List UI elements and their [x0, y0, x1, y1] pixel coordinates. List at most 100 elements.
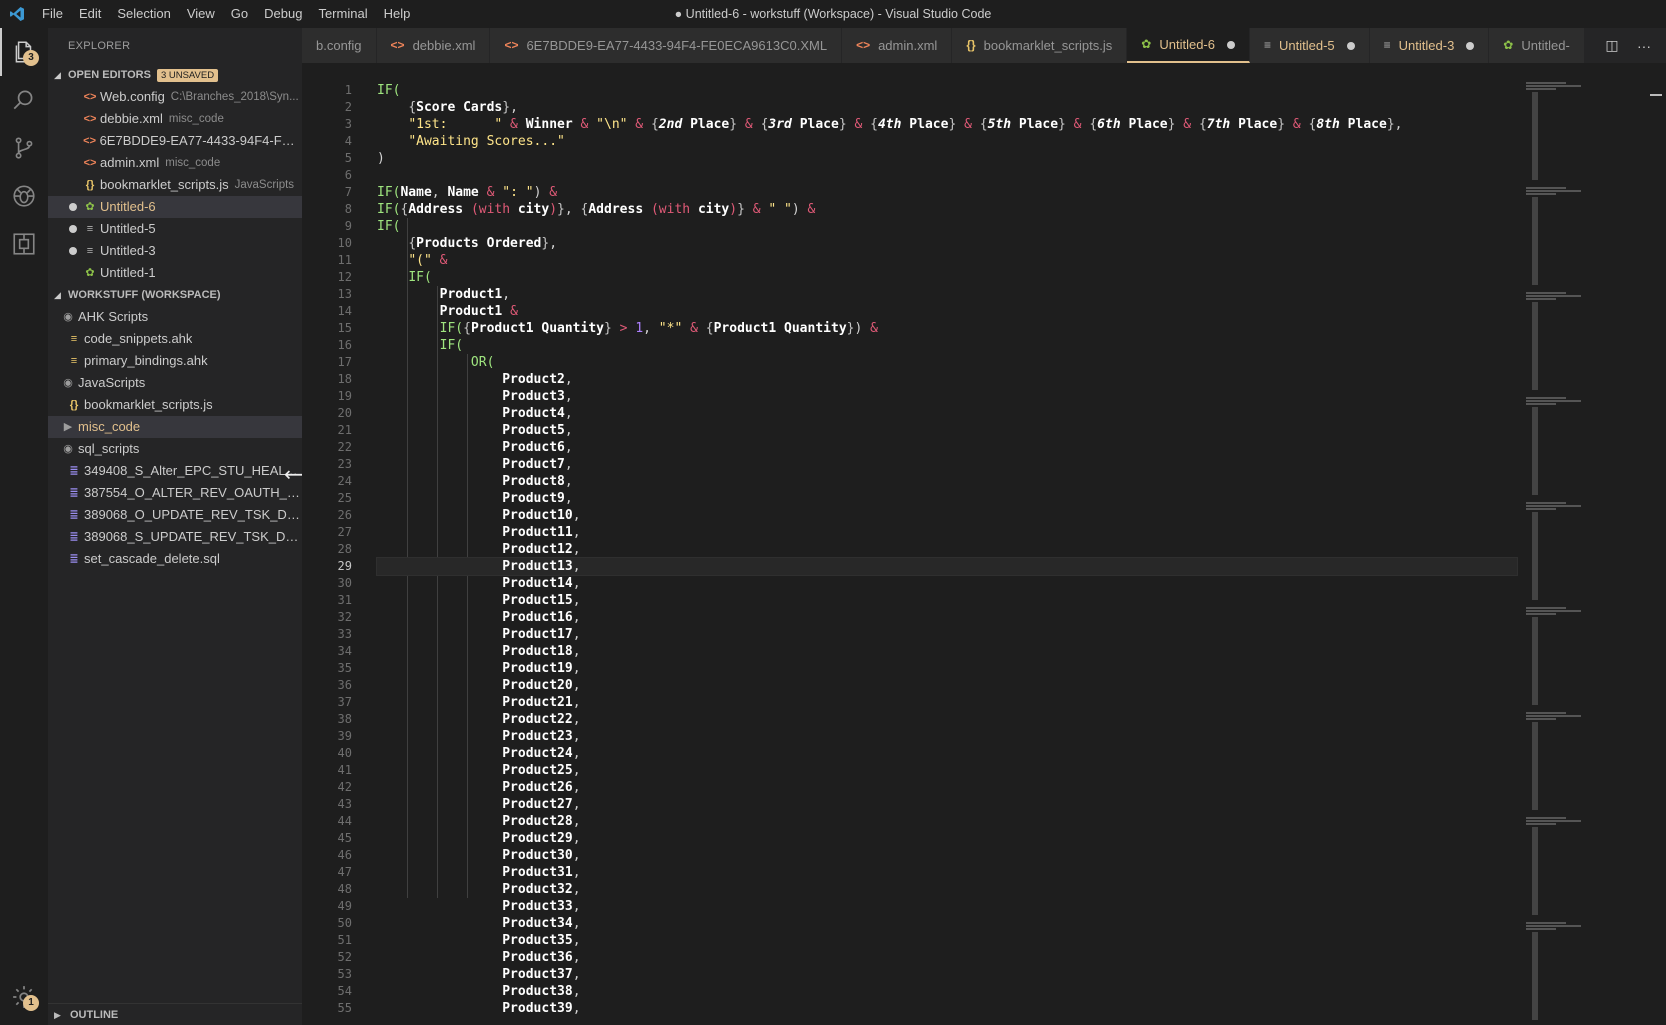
open-editor-item[interactable]: <> debbie.xml misc_code — [48, 108, 302, 130]
code-line[interactable]: IF({Address (with city)}, {Address (with… — [377, 201, 1517, 218]
code-line[interactable]: "Awaiting Scores..." — [377, 133, 1517, 150]
code-line[interactable]: IF( — [377, 218, 1517, 235]
code-area[interactable]: IF( {Score Cards}, "1st: " & Winner & "\… — [376, 82, 1518, 1017]
file-item[interactable]: ≡ code_snippets.ahk — [48, 328, 302, 350]
code-line[interactable]: Product27, — [377, 796, 1517, 813]
code-line[interactable]: IF(Name, Name & ": ") & — [377, 184, 1517, 201]
code-line[interactable]: Product2, — [377, 371, 1517, 388]
code-line[interactable]: Product34, — [377, 915, 1517, 932]
code-line[interactable]: Product17, — [377, 626, 1517, 643]
menu-file[interactable]: File — [34, 0, 71, 28]
code-line[interactable]: Product22, — [377, 711, 1517, 728]
folder-item[interactable]: ◉ JavaScripts — [48, 372, 302, 394]
code-line[interactable]: Product9, — [377, 490, 1517, 507]
debug-activity[interactable] — [0, 172, 48, 220]
file-item[interactable]: {} bookmarklet_scripts.js — [48, 394, 302, 416]
code-line[interactable]: Product12, — [377, 541, 1517, 558]
code-line[interactable]: Product33, — [377, 898, 1517, 915]
code-line[interactable]: {Score Cards}, — [377, 99, 1517, 116]
code-line[interactable]: Product7, — [377, 456, 1517, 473]
file-item[interactable]: ≣ 387554_O_ALTER_REV_OAUTH_CLI... — [48, 482, 302, 504]
open-editors-header[interactable]: ◢ OPEN EDITORS 3 UNSAVED — [48, 64, 302, 86]
menu-terminal[interactable]: Terminal — [310, 0, 375, 28]
code-line[interactable]: Product37, — [377, 966, 1517, 983]
file-item[interactable]: ≣ 389068_S_UPDATE_REV_TSK_DEF.sql — [48, 526, 302, 548]
code-line[interactable]: {Products Ordered}, — [377, 235, 1517, 252]
open-editor-item[interactable]: <> 6E7BDDE9-EA77-4433-94F4-FE0... — [48, 130, 302, 152]
open-editor-item[interactable]: ≡ Untitled-3 — [48, 240, 302, 262]
code-line[interactable]: Product19, — [377, 660, 1517, 677]
code-line[interactable]: IF( — [377, 82, 1517, 99]
workspace-header[interactable]: ◢ WORKSTUFF (WORKSPACE) — [48, 284, 302, 306]
split-editor-icon[interactable]: ◫ — [1596, 37, 1628, 54]
code-line[interactable]: Product1, — [377, 286, 1517, 303]
menu-go[interactable]: Go — [223, 0, 256, 28]
code-line[interactable]: Product15, — [377, 592, 1517, 609]
code-line[interactable]: Product4, — [377, 405, 1517, 422]
menu-help[interactable]: Help — [376, 0, 419, 28]
code-line[interactable]: OR( — [377, 354, 1517, 371]
vertical-scrollbar[interactable] — [1650, 63, 1666, 1025]
code-line[interactable]: Product31, — [377, 864, 1517, 881]
code-line[interactable]: Product3, — [377, 388, 1517, 405]
open-editor-item[interactable]: {} bookmarklet_scripts.js JavaScripts — [48, 174, 302, 196]
folder-item[interactable]: ◉ AHK Scripts — [48, 306, 302, 328]
minimap[interactable] — [1516, 82, 1636, 1022]
code-line[interactable]: Product1 & — [377, 303, 1517, 320]
code-line[interactable]: Product8, — [377, 473, 1517, 490]
open-editor-item[interactable]: ✿ Untitled-6 — [48, 196, 302, 218]
code-line[interactable]: IF( — [377, 269, 1517, 286]
unsaved-dot-icon[interactable] — [66, 203, 80, 211]
code-line[interactable]: Product26, — [377, 779, 1517, 796]
unsaved-dot-icon[interactable] — [1226, 40, 1235, 49]
unsaved-dot-icon[interactable] — [1346, 41, 1355, 50]
file-item[interactable]: ≣ 349408_S_Alter_EPC_STU_HEALTH_... — [48, 460, 302, 482]
menu-selection[interactable]: Selection — [109, 0, 178, 28]
file-item[interactable]: ≣ set_cascade_delete.sql — [48, 548, 302, 570]
code-line[interactable]: Product18, — [377, 643, 1517, 660]
editor-tab[interactable]: ✿ Untitled- — [1489, 28, 1585, 63]
settings-activity[interactable]: 1 — [0, 973, 48, 1021]
editor-tab[interactable]: <> debbie.xml — [376, 28, 491, 63]
unsaved-dot-icon[interactable] — [66, 225, 80, 233]
explorer-activity[interactable]: 3 — [0, 28, 48, 76]
code-line[interactable]: Product24, — [377, 745, 1517, 762]
code-line[interactable]: "1st: " & Winner & "\n" & {2nd Place} & … — [377, 116, 1517, 133]
code-line[interactable]: IF({Product1 Quantity} > 1, "*" & {Produ… — [377, 320, 1517, 337]
unsaved-dot-icon[interactable] — [1466, 41, 1475, 50]
code-line[interactable]: Product10, — [377, 507, 1517, 524]
folder-item[interactable]: ▶ misc_code — [48, 416, 302, 438]
code-line[interactable]: "(" & — [377, 252, 1517, 269]
code-line[interactable]: Product20, — [377, 677, 1517, 694]
code-line[interactable]: Product6, — [377, 439, 1517, 456]
code-line[interactable]: Product11, — [377, 524, 1517, 541]
code-line[interactable]: Product14, — [377, 575, 1517, 592]
code-line[interactable] — [377, 167, 1517, 184]
code-line[interactable]: Product16, — [377, 609, 1517, 626]
menu-view[interactable]: View — [179, 0, 223, 28]
code-line[interactable]: Product38, — [377, 983, 1517, 1000]
editor-tab[interactable]: {} bookmarklet_scripts.js — [952, 28, 1128, 63]
outline-header[interactable]: ▶ OUTLINE — [48, 1003, 302, 1025]
menu-edit[interactable]: Edit — [71, 0, 109, 28]
code-line[interactable]: ) — [377, 150, 1517, 167]
editor-tab[interactable]: ✿ Untitled-6 — [1127, 28, 1250, 63]
file-item[interactable]: ≡ primary_bindings.ahk — [48, 350, 302, 372]
code-line[interactable]: IF( — [377, 337, 1517, 354]
code-line[interactable]: Product5, — [377, 422, 1517, 439]
open-editor-item[interactable]: ✿ Untitled-1 — [48, 262, 302, 284]
code-line[interactable]: Product23, — [377, 728, 1517, 745]
code-line[interactable]: Product39, — [377, 1000, 1517, 1017]
editor-tab[interactable]: b.config — [302, 28, 377, 63]
open-editor-item[interactable]: <> admin.xml misc_code — [48, 152, 302, 174]
code-line[interactable]: Product21, — [377, 694, 1517, 711]
open-editor-item[interactable]: ≡ Untitled-5 — [48, 218, 302, 240]
extensions-activity[interactable] — [0, 220, 48, 268]
editor-tab[interactable]: ≡ Untitled-3 — [1369, 28, 1490, 63]
code-line[interactable]: Product36, — [377, 949, 1517, 966]
code-line[interactable]: Product35, — [377, 932, 1517, 949]
more-actions-icon[interactable]: ··· — [1628, 38, 1660, 54]
editor-tab[interactable]: <> 6E7BDDE9-EA77-4433-94F4-FE0ECA9613C0.X… — [490, 28, 843, 63]
editor-tab[interactable]: ≡ Untitled-5 — [1249, 28, 1370, 63]
open-editor-item[interactable]: <> Web.config C:\Branches_2018\Syn... — [48, 86, 302, 108]
